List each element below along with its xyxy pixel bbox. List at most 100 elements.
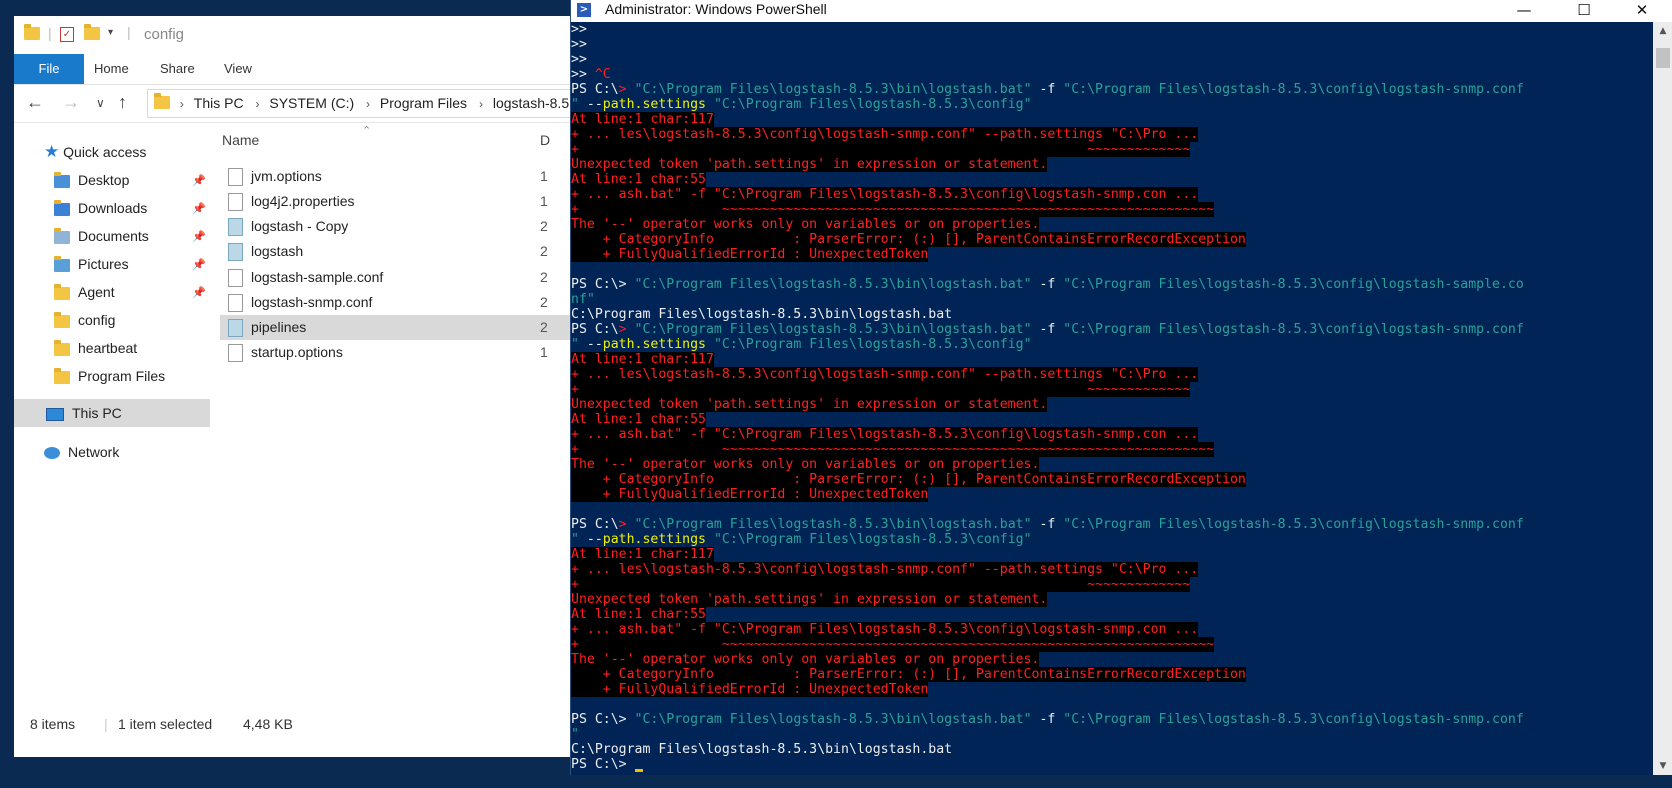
window-title: config — [144, 26, 185, 43]
console-text: -f — [1031, 712, 1064, 727]
properties-icon[interactable]: ✓ — [60, 27, 74, 42]
file-row[interactable]: logstash-sample.conf 2 — [220, 265, 570, 290]
close-icon[interactable]: ✕ — [1619, 0, 1665, 22]
file-icon — [228, 193, 243, 212]
breadcrumb-program-files[interactable]: Program Files — [380, 90, 467, 117]
console-line: + CategoryInfo : ParserError: (:) [], Pa… — [571, 667, 1651, 682]
pin-icon[interactable]: 📌 — [192, 230, 206, 243]
console-line: " --path.settings "C:\Program Files\logs… — [571, 532, 1651, 547]
pin-icon[interactable]: 📌 — [192, 258, 206, 271]
new-folder-icon[interactable] — [84, 24, 100, 43]
console-line: PS C:\> "C:\Program Files\logstash-8.5.3… — [571, 517, 1651, 532]
nav-quick-access[interactable]: ★ Quick access — [44, 140, 146, 164]
pin-icon[interactable]: 📌 — [192, 174, 206, 187]
nav-item-program-files[interactable]: Program Files — [54, 364, 165, 388]
console-text: -f — [1031, 277, 1064, 292]
console-line: + CategoryInfo : ParserError: (:) [], Pa… — [571, 472, 1651, 487]
console-text: -- — [578, 337, 603, 352]
maximize-icon[interactable]: ☐ — [1561, 0, 1607, 22]
console-line: At line:1 char:117 — [571, 547, 1651, 562]
console-text: path.settings — [602, 532, 706, 547]
console-line: >> — [571, 22, 1651, 37]
console-text: "C:\Program Files\logstash-8.5.3\bin\log… — [634, 277, 1032, 292]
breadcrumb[interactable]: › This PC › SYSTEM (C:) › Program Files … — [147, 89, 570, 118]
console-text: + ~~~~~~~~~~~~~ — [571, 577, 1191, 592]
selection-count: 1 item selected — [118, 716, 213, 732]
console-text: + ~~~~~~~~~~~~~ — [571, 142, 1191, 157]
tab-view[interactable]: View — [224, 54, 252, 84]
tab-home[interactable]: Home — [94, 54, 129, 84]
back-arrow-icon[interactable]: ← — [26, 92, 44, 113]
console-line: + ... ash.bat" -f "C:\Program Files\logs… — [571, 187, 1651, 202]
pin-icon[interactable]: 📌 — [192, 202, 206, 215]
nav-item-desktop[interactable]: Desktop — [54, 168, 129, 192]
nav-network[interactable]: Network — [44, 440, 119, 464]
console-line: The '--' operator works only on variable… — [571, 457, 1651, 472]
file-row[interactable]: log4j2.properties 1 — [220, 189, 570, 214]
folder-icon — [54, 367, 70, 384]
chevron-right-icon[interactable]: › — [479, 97, 483, 111]
minimize-icon[interactable]: — — [1501, 0, 1547, 22]
nav-item-pictures[interactable]: Pictures — [54, 252, 129, 276]
column-header-name[interactable]: Name — [222, 132, 259, 148]
file-name: jvm.options — [251, 168, 322, 184]
scroll-down-icon[interactable]: ▼ — [1653, 757, 1672, 775]
tab-share[interactable]: Share — [160, 54, 195, 84]
file-row[interactable]: startup.options 1 — [220, 340, 570, 365]
console-text: At line:1 char:117 — [571, 112, 714, 127]
console-text: "C:\Program Files\logstash-8.5.3\bin\log… — [634, 82, 1032, 97]
column-header-date[interactable]: D — [540, 132, 550, 148]
file-row[interactable]: logstash - Copy 2 — [220, 214, 570, 239]
nav-label: This PC — [72, 405, 122, 421]
nav-this-pc[interactable]: This PC — [46, 401, 122, 425]
console-text: nf" — [571, 292, 595, 307]
scroll-up-icon[interactable]: ▲ — [1653, 22, 1672, 40]
nav-item-downloads[interactable]: Downloads — [54, 196, 147, 220]
separator: | — [48, 25, 52, 41]
up-arrow-icon[interactable]: ↑ — [118, 92, 127, 113]
pin-icon[interactable]: 📌 — [192, 286, 206, 299]
console-text: At line:1 char:117 — [571, 352, 714, 367]
console-text: Unexpected token 'path.settings' in expr… — [571, 157, 1048, 172]
console-text: "C:\Program Files\logstash-8.5.3\bin\log… — [634, 322, 1032, 337]
powershell-window: > Administrator: Windows PowerShell — ☐ … — [570, 0, 1672, 775]
breadcrumb-system-c[interactable]: SYSTEM (C:) — [269, 90, 354, 117]
recent-locations-icon[interactable]: ∨ — [96, 96, 105, 110]
tab-file[interactable]: File — [14, 54, 84, 84]
console-line: >> — [571, 52, 1651, 67]
nav-item-documents[interactable]: Documents — [54, 224, 149, 248]
file-row[interactable]: jvm.options 1 — [220, 164, 570, 189]
downloads-icon — [54, 199, 70, 216]
status-bar: 8 items | 1 item selected 4,48 KB — [14, 710, 570, 738]
breadcrumb-this-pc[interactable]: This PC — [194, 90, 244, 117]
console-text: "C:\Program Files\logstash-8.5.3\config" — [706, 532, 1032, 547]
console-line: At line:1 char:55 — [571, 412, 1651, 427]
console-line: At line:1 char:55 — [571, 607, 1651, 622]
chevron-right-icon[interactable]: › — [366, 97, 370, 111]
nav-item-heartbeat[interactable]: heartbeat — [54, 336, 137, 360]
file-name: logstash — [251, 243, 304, 259]
forward-arrow-icon[interactable]: → — [62, 92, 80, 113]
console-text: "C:\Program Files\logstash-8.5.3\bin\log… — [634, 712, 1032, 727]
chevron-right-icon[interactable]: › — [255, 97, 259, 111]
nav-item-agent[interactable]: Agent — [54, 280, 115, 304]
qat-dropdown-icon[interactable]: ▾ — [108, 27, 113, 38]
chevron-right-icon[interactable]: › — [180, 97, 184, 111]
file-row[interactable]: logstash 2 — [220, 239, 570, 264]
console-output[interactable]: >> >> >> >> ^C PS C:\> "C:\Program Files\log… — [571, 22, 1651, 775]
vertical-scrollbar[interactable]: ▲ ▼ — [1653, 22, 1672, 775]
console-text: > — [618, 82, 635, 97]
file-row-selected[interactable]: pipelines 2 — [220, 315, 570, 340]
file-date: 2 — [540, 243, 548, 259]
scrollbar-thumb[interactable] — [1656, 48, 1670, 68]
separator: | — [127, 24, 131, 40]
nav-label: Program Files — [78, 368, 166, 384]
file-name: startup.options — [251, 344, 343, 360]
nav-item-config[interactable]: config — [54, 308, 115, 332]
file-row[interactable]: logstash-snmp.conf 2 — [220, 290, 570, 315]
nav-label: Downloads — [78, 200, 148, 216]
pictures-icon — [54, 255, 70, 272]
ribbon: File Home Share View — [14, 54, 570, 85]
nav-label: Documents — [78, 228, 149, 244]
breadcrumb-logstash[interactable]: logstash-8.5.3 — [493, 90, 570, 117]
